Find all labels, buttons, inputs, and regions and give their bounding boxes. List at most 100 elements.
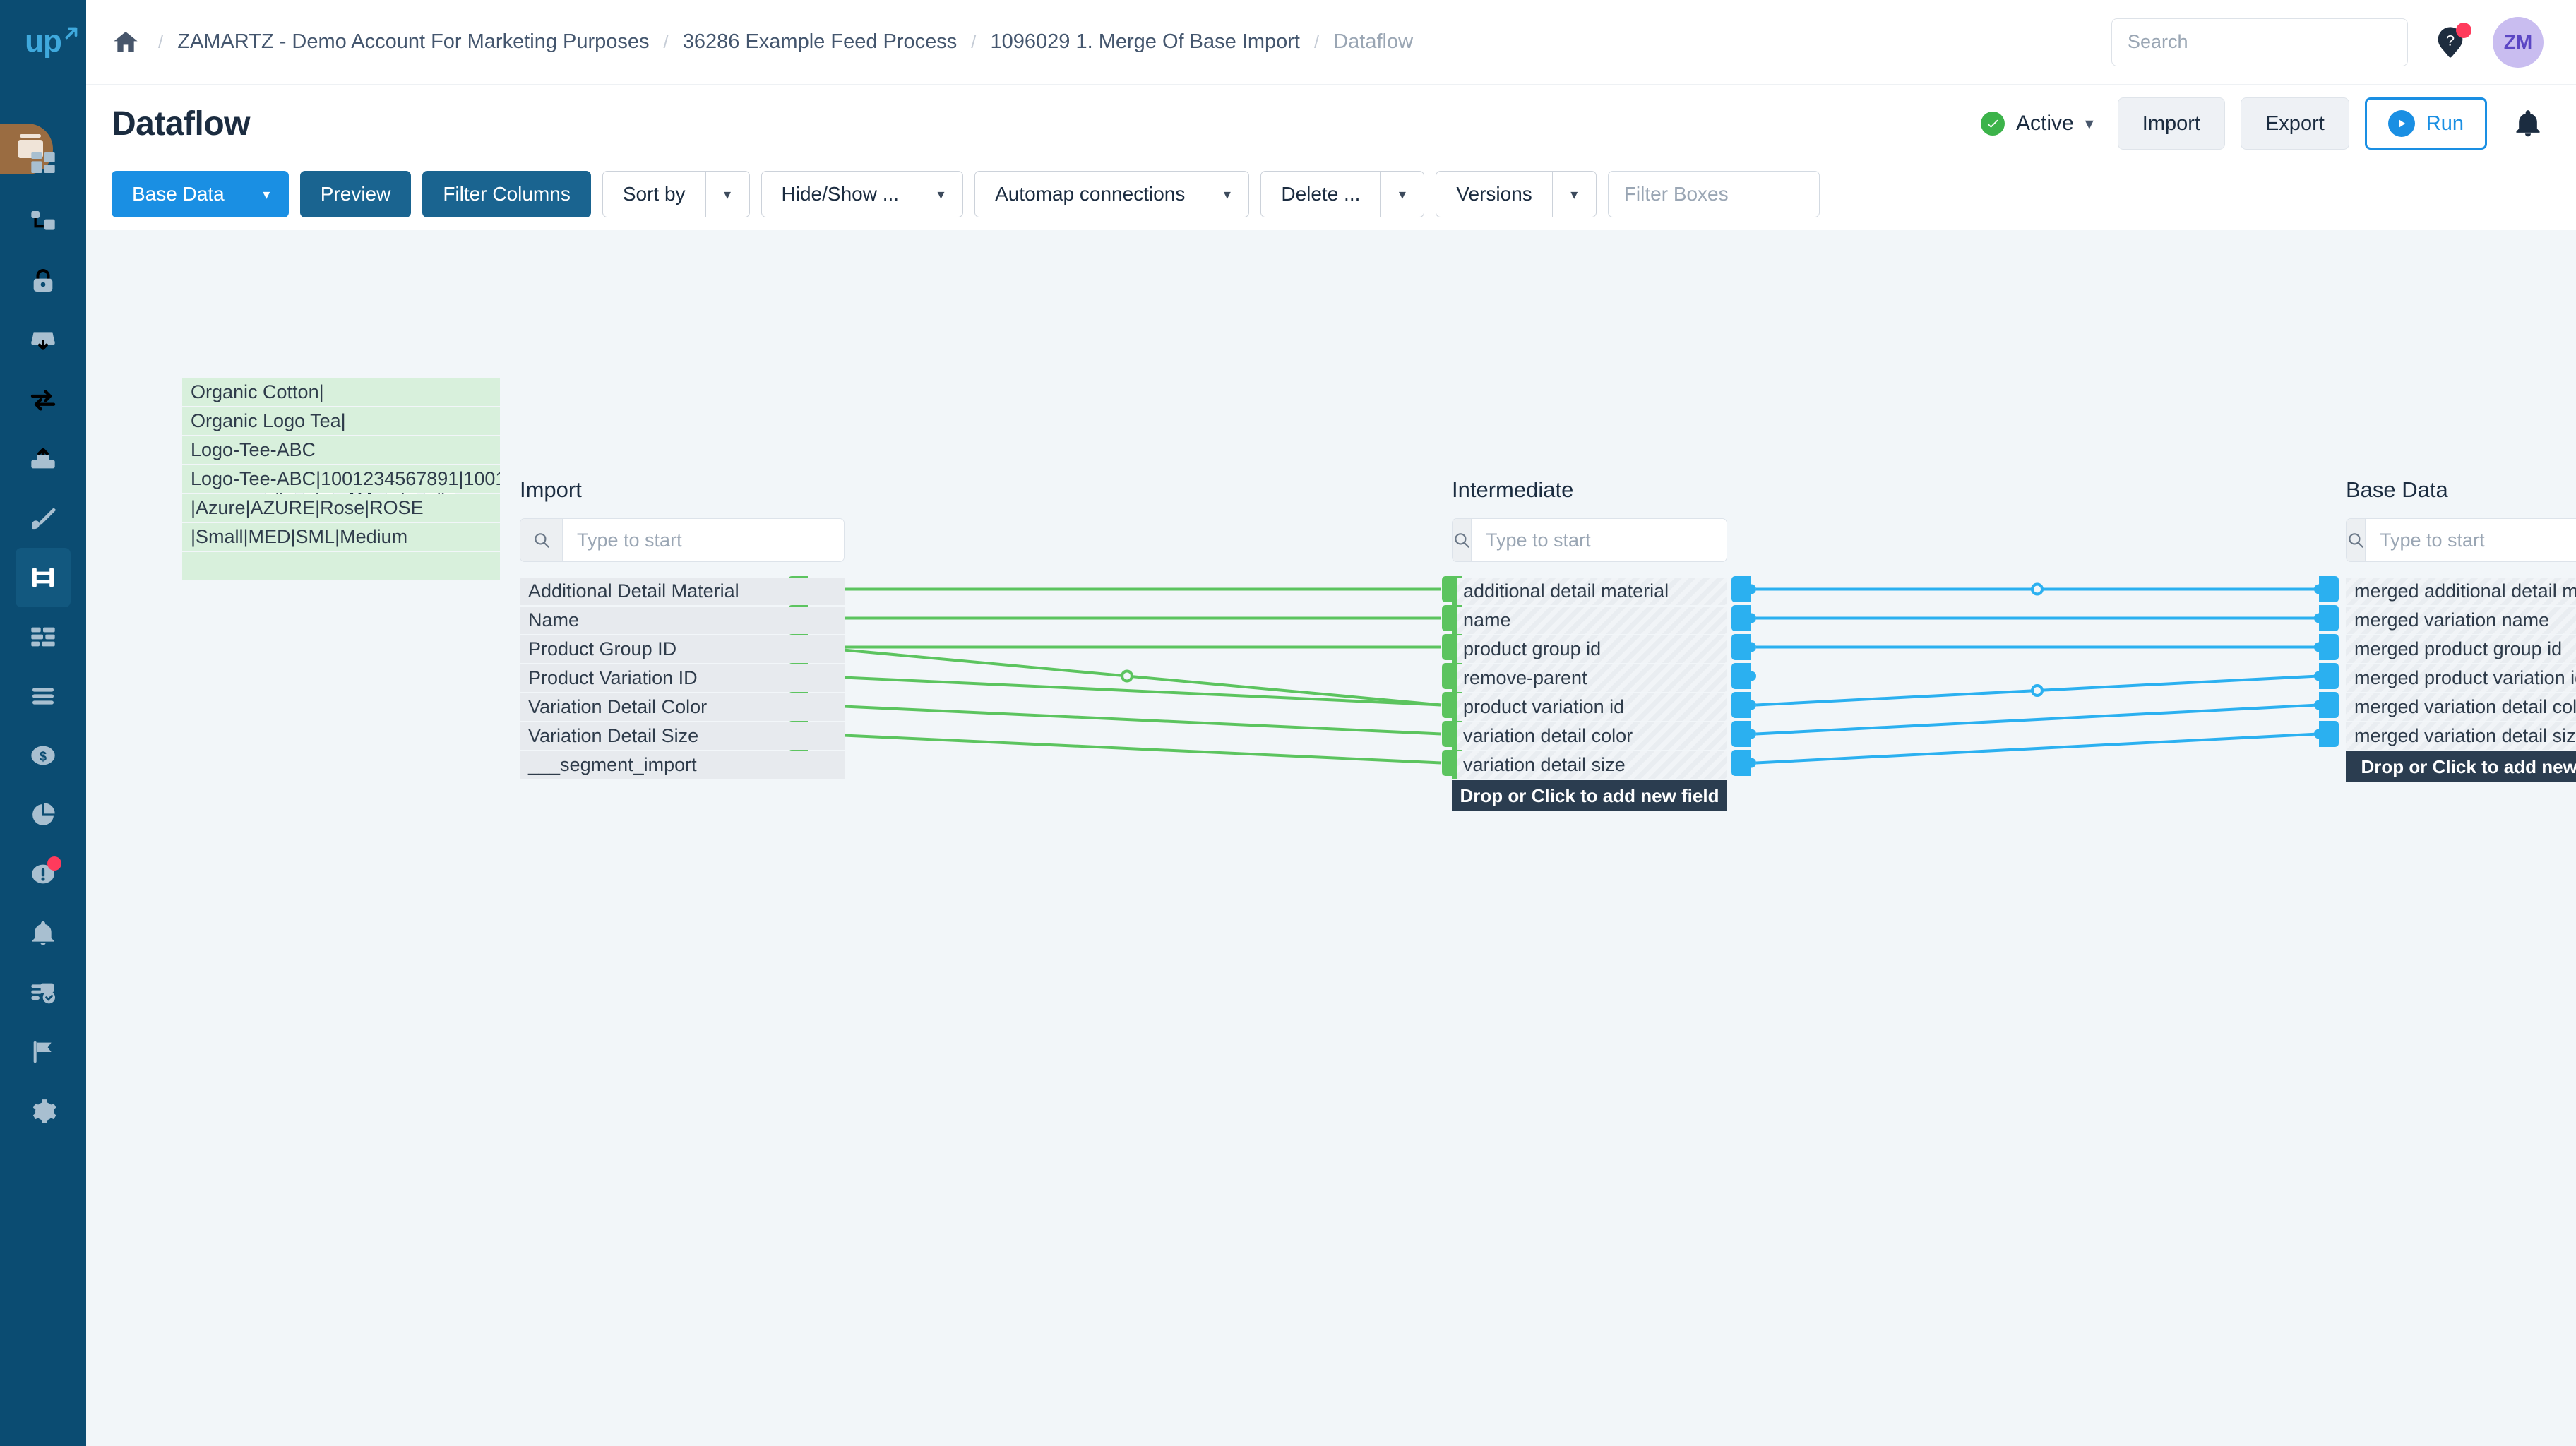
wire-handle[interactable] [1121, 669, 1133, 683]
sidebar-item-dataflow[interactable] [16, 548, 71, 607]
field-row[interactable]: Variation Detail Size [520, 722, 845, 750]
status-badge[interactable]: Active ▾ [1981, 112, 2094, 136]
wire-import-to-intermediate[interactable] [812, 645, 1442, 707]
run-button[interactable]: Run [2364, 97, 2487, 150]
sidebar-item-settings[interactable] [16, 1082, 71, 1141]
automap-caret-icon[interactable]: ▾ [1205, 171, 1250, 217]
intermediate-out-tab[interactable] [1731, 663, 1756, 689]
bell-icon[interactable] [2512, 108, 2544, 139]
export-button[interactable]: Export [2240, 97, 2349, 150]
column-search-import[interactable] [520, 518, 845, 562]
filter-columns-label[interactable]: Filter Columns [422, 171, 591, 217]
base-data-dropdown[interactable]: Base Data ▾ [112, 171, 289, 217]
intermediate-out-tab[interactable] [1731, 576, 1756, 602]
sidebar-item-errors[interactable] [16, 844, 71, 904]
preview-button[interactable]: Preview [299, 171, 412, 217]
sidebar-item-pricing[interactable]: $ [16, 726, 71, 785]
filter-boxes-input[interactable]: Filter Boxes [1607, 171, 1820, 217]
breadcrumb-item-2[interactable]: 1096029 1. Merge Of Base Import [991, 30, 1300, 54]
base-data-label[interactable]: Base Data [112, 171, 245, 217]
column-search-input[interactable] [1472, 519, 1727, 561]
wire-handle[interactable] [2031, 684, 2044, 697]
field-row[interactable]: merged product variation id [2346, 664, 2576, 692]
sidebar-item-transform[interactable] [16, 370, 71, 429]
sidebar-item-channels[interactable] [16, 192, 71, 251]
drop-new-field-hint[interactable]: Drop or Click to add new field [2346, 751, 2576, 782]
field-row[interactable]: variation detail size [1452, 751, 1727, 779]
base-connector-tab[interactable] [2314, 605, 2339, 631]
drop-new-field-hint[interactable]: Drop or Click to add new field [1452, 780, 1727, 811]
hide-show-label[interactable]: Hide/Show ... [761, 171, 920, 217]
hide-show-caret-icon[interactable]: ▾ [919, 171, 964, 217]
base-data-caret-icon[interactable]: ▾ [244, 171, 289, 217]
intermediate-out-tab[interactable] [1731, 605, 1756, 631]
preview-label[interactable]: Preview [299, 171, 412, 217]
field-row[interactable]: Product Group ID [520, 635, 845, 663]
delete-dropdown[interactable]: Delete ... ▾ [1260, 171, 1425, 217]
wire-intermediate-to-base[interactable] [1755, 703, 2319, 736]
automap-dropdown[interactable]: Automap connections ▾ [974, 171, 1250, 217]
sort-by-label[interactable]: Sort by [602, 171, 706, 217]
field-row[interactable]: product variation id [1452, 693, 1727, 721]
field-row[interactable]: merged additional detail material [2346, 578, 2576, 605]
base-connector-tab[interactable] [2314, 576, 2339, 602]
wire-import-to-intermediate[interactable] [812, 674, 1442, 707]
chevron-down-icon[interactable]: ▾ [2085, 114, 2094, 134]
field-row[interactable]: Name [520, 607, 845, 634]
intermediate-out-tab[interactable] [1731, 750, 1756, 776]
sidebar-item-flags[interactable] [16, 1022, 71, 1082]
sort-by-caret-icon[interactable]: ▾ [705, 171, 750, 217]
delete-label[interactable]: Delete ... [1260, 171, 1381, 217]
sidebar-item-imports[interactable] [16, 311, 71, 370]
intermediate-out-tab[interactable] [1731, 721, 1756, 747]
sidebar-item-lists[interactable] [16, 667, 71, 726]
delete-caret-icon[interactable]: ▾ [1381, 171, 1425, 217]
brand-logo[interactable]: up [0, 0, 86, 83]
base-connector-tab[interactable] [2314, 721, 2339, 747]
field-row[interactable]: Product Variation ID [520, 664, 845, 692]
breadcrumb-item-0[interactable]: ZAMARTZ - Demo Account For Marketing Pur… [177, 30, 649, 54]
import-button[interactable]: Import [2117, 97, 2225, 150]
intermediate-out-tab[interactable] [1731, 692, 1756, 718]
base-connector-tab[interactable] [2314, 692, 2339, 718]
sidebar-item-columns[interactable] [16, 607, 71, 667]
sidebar-item-exports[interactable] [16, 429, 71, 489]
field-row[interactable]: variation detail color [1452, 722, 1727, 750]
base-connector-tab[interactable] [2314, 663, 2339, 689]
column-search-base-data[interactable] [2346, 518, 2576, 562]
filter-columns-button[interactable]: Filter Columns [422, 171, 591, 217]
sidebar-item-design[interactable] [16, 489, 71, 548]
field-row[interactable]: remove-parent [1452, 664, 1727, 692]
field-row[interactable]: additional detail material [1452, 578, 1727, 605]
wire-import-to-intermediate[interactable] [812, 703, 1442, 736]
home-icon[interactable] [112, 28, 140, 56]
column-search-input[interactable] [2366, 519, 2576, 561]
sidebar-item-dashboard[interactable] [16, 133, 71, 192]
base-connector-tab[interactable] [2314, 634, 2339, 660]
help-button[interactable]: ? [2432, 22, 2471, 61]
sort-by-dropdown[interactable]: Sort by ▾ [602, 171, 750, 217]
sidebar-item-reports[interactable] [16, 785, 71, 844]
sidebar-item-access[interactable] [16, 251, 71, 311]
sidebar-item-history[interactable] [16, 963, 71, 1022]
field-row[interactable]: name [1452, 607, 1727, 634]
field-row[interactable]: product group id [1452, 635, 1727, 663]
field-row[interactable]: merged variation detail size [2346, 722, 2576, 750]
sidebar-item-notifications[interactable] [16, 904, 71, 963]
wire-intermediate-to-base[interactable] [1755, 674, 2319, 707]
global-search[interactable] [2111, 18, 2408, 66]
wire-handle[interactable] [2031, 582, 2044, 596]
field-row[interactable]: Additional Detail Material [520, 578, 845, 605]
field-row[interactable]: Variation Detail Color [520, 693, 845, 721]
intermediate-out-tab[interactable] [1731, 634, 1756, 660]
hide-show-dropdown[interactable]: Hide/Show ... ▾ [761, 171, 964, 217]
wire-import-to-intermediate[interactable] [812, 732, 1442, 765]
versions-caret-icon[interactable]: ▾ [1552, 171, 1597, 217]
avatar[interactable]: ZM [2493, 16, 2544, 68]
versions-dropdown[interactable]: Versions ▾ [1436, 171, 1597, 217]
search-input[interactable] [2128, 31, 2392, 53]
field-row[interactable]: merged variation name [2346, 607, 2576, 634]
breadcrumb-item-1[interactable]: 36286 Example Feed Process [683, 30, 958, 54]
automap-label[interactable]: Automap connections [974, 171, 1206, 217]
field-row[interactable]: merged product group id [2346, 635, 2576, 663]
